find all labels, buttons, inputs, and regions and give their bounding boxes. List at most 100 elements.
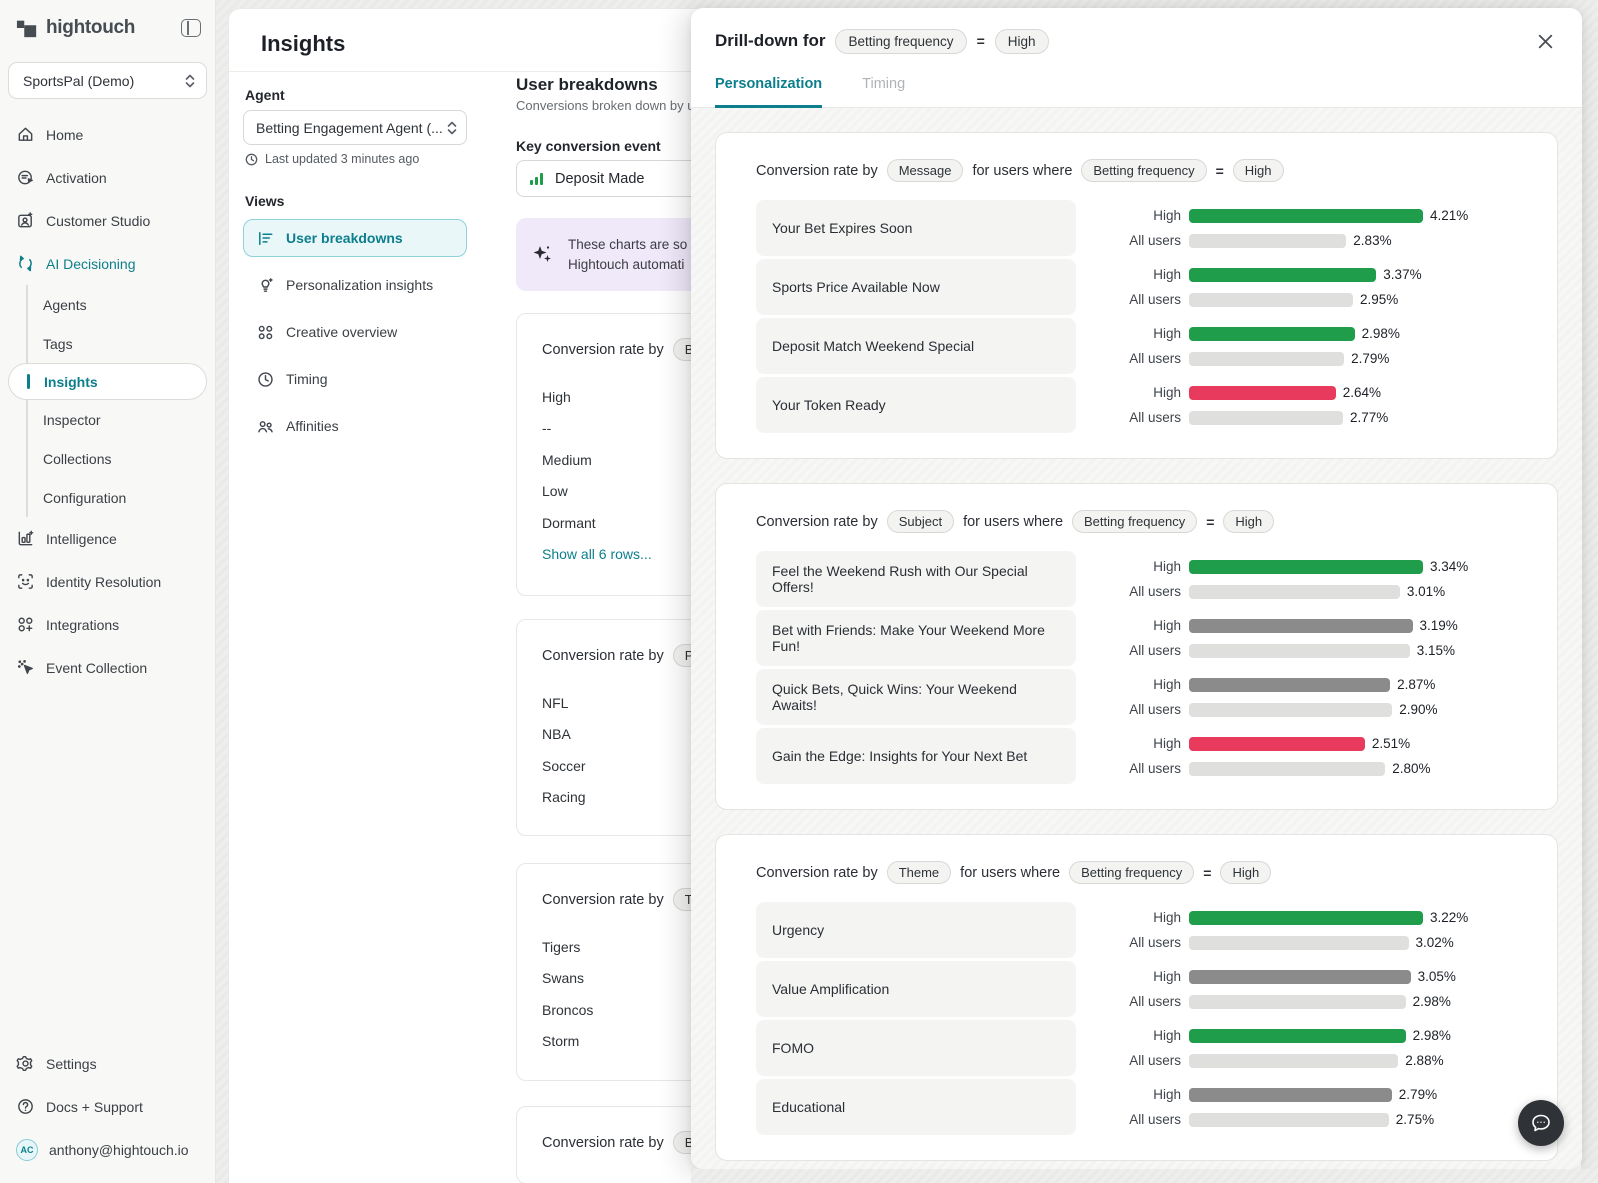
bar <box>1189 970 1411 984</box>
identity-resolution-icon <box>16 572 35 591</box>
close-drawer-button[interactable] <box>1532 28 1558 54</box>
agent-select[interactable]: Betting Engagement Agent (... <box>243 110 467 145</box>
sidebar-collapse-icon[interactable] <box>181 19 201 37</box>
view-item-personalization-insights[interactable]: Personalization insights <box>243 266 467 304</box>
sidebar-item-activation[interactable]: Activation <box>0 156 215 199</box>
bar-value: 2.98% <box>1413 1028 1451 1043</box>
series-name: All users <box>1086 292 1181 307</box>
sidebar-item-label: Agents <box>43 297 87 313</box>
bar-value: 3.01% <box>1407 584 1445 599</box>
filter-field-pill: Betting frequency <box>835 29 966 54</box>
view-item-creative-overview[interactable]: Creative overview <box>243 313 467 351</box>
group-by-pill[interactable]: Subject <box>887 510 954 533</box>
chart-title-mid: for users where <box>960 865 1060 881</box>
view-item-label: Creative overview <box>286 324 397 340</box>
sidebar-item-tags[interactable]: Tags <box>0 324 215 363</box>
row-label: Value Amplification <box>756 961 1076 1017</box>
filter-field-pill[interactable]: Betting frequency <box>1069 861 1194 884</box>
series-name: High <box>1086 267 1181 282</box>
sidebar-item-docs-support[interactable]: Docs + Support <box>0 1085 215 1128</box>
view-item-timing[interactable]: Timing <box>243 360 467 398</box>
agent-label: Agent <box>245 87 285 103</box>
account-menu[interactable]: AC anthony@hightouch.io <box>0 1128 215 1171</box>
series-name: High <box>1086 559 1181 574</box>
bar-value: 2.51% <box>1372 736 1410 751</box>
sidebar-item-inspector[interactable]: Inspector <box>0 400 215 439</box>
chart-row: Quick Bets, Quick Wins: Your Weekend Awa… <box>756 669 1517 725</box>
filter-value-pill: High <box>995 29 1049 54</box>
avatar: AC <box>16 1139 38 1161</box>
activation-icon <box>16 168 35 187</box>
chart-row: Gain the Edge: Insights for Your Next Be… <box>756 728 1517 784</box>
row-label: Educational <box>756 1079 1076 1135</box>
settings-icon <box>16 1054 35 1073</box>
sidebar-item-home[interactable]: Home <box>0 113 215 156</box>
bar <box>1189 209 1423 223</box>
sidebar-item-label: Event Collection <box>46 660 147 676</box>
sidebar-item-customer-studio[interactable]: Customer Studio <box>0 199 215 242</box>
bar-value: 2.80% <box>1392 761 1430 776</box>
bar-value: 2.88% <box>1405 1053 1443 1068</box>
group-by-pill[interactable]: Message <box>887 159 964 182</box>
bar-value: 3.15% <box>1417 643 1455 658</box>
close-icon <box>1537 33 1554 50</box>
breakdown-subtitle: Conversions broken down by user <box>516 98 713 113</box>
agent-select-value: Betting Engagement Agent (... <box>256 120 446 136</box>
chevron-updown-icon <box>184 73 196 89</box>
filter-value-pill[interactable]: High <box>1220 861 1271 884</box>
clock-icon <box>245 153 258 166</box>
tab-timing[interactable]: Timing <box>862 76 905 107</box>
bar <box>1189 644 1410 658</box>
sidebar-item-intelligence[interactable]: Intelligence <box>0 517 215 560</box>
banner-line-2: Hightouch automati <box>568 255 687 275</box>
sidebar-item-settings[interactable]: Settings <box>0 1042 215 1085</box>
bar <box>1189 234 1346 248</box>
chart-row: Value AmplificationHigh3.05%All users2.9… <box>756 961 1517 1017</box>
chat-button[interactable] <box>1518 1100 1564 1146</box>
lightbulb-icon <box>256 276 275 295</box>
view-item-label: Affinities <box>286 418 339 434</box>
view-item-affinities[interactable]: Affinities <box>243 407 467 445</box>
sidebar-item-configuration[interactable]: Configuration <box>0 478 215 517</box>
series-name: High <box>1086 969 1181 984</box>
group-by-pill[interactable]: Theme <box>887 861 951 884</box>
sidebar-item-label: Activation <box>46 170 107 186</box>
chart-row: UrgencyHigh3.22%All users3.02% <box>756 902 1517 958</box>
sidebar-item-ai-decisioning[interactable]: AI Decisioning <box>0 242 215 285</box>
workspace-switcher[interactable]: SportsPal (Demo) <box>8 62 207 99</box>
chart-title-mid: for users where <box>972 163 1072 179</box>
sidebar-item-collections[interactable]: Collections <box>0 439 215 478</box>
filter-field-pill[interactable]: Betting frequency <box>1072 510 1197 533</box>
row-label: Gain the Edge: Insights for Your Next Be… <box>756 728 1076 784</box>
sidebar-item-integrations[interactable]: Integrations <box>0 603 215 646</box>
sidebar-item-agents[interactable]: Agents <box>0 285 215 324</box>
filter-value-pill[interactable]: High <box>1233 159 1284 182</box>
sidebar-item-insights[interactable]: Insights <box>8 363 207 400</box>
chart-row: Bet with Friends: Make Your Weekend More… <box>756 610 1517 666</box>
bar-value: 3.02% <box>1416 935 1454 950</box>
chevron-updown-icon <box>446 120 458 136</box>
bottom-strip <box>691 1169 1598 1183</box>
row-label: Bet with Friends: Make Your Weekend More… <box>756 610 1076 666</box>
bar-value: 2.64% <box>1343 385 1381 400</box>
sidebar-item-event-collection[interactable]: Event Collection <box>0 646 215 689</box>
series-name: All users <box>1086 643 1181 658</box>
series-name: High <box>1086 910 1181 925</box>
sidebar-item-identity-resolution[interactable]: Identity Resolution <box>0 560 215 603</box>
tab-personalization[interactable]: Personalization <box>715 76 822 108</box>
equals-sign: = <box>977 33 985 49</box>
row-label: Your Token Ready <box>756 377 1076 433</box>
conversion-chart-card-message: Conversion rate byMessagefor users where… <box>715 132 1558 459</box>
view-item-user-breakdowns[interactable]: User breakdowns <box>243 219 467 257</box>
chart-title-prefix: Conversion rate by <box>756 865 878 881</box>
bar <box>1189 1054 1398 1068</box>
bar <box>1189 1113 1389 1127</box>
bar <box>1189 911 1423 925</box>
series-name: All users <box>1086 233 1181 248</box>
filter-value-pill[interactable]: High <box>1223 510 1274 533</box>
bar-value: 2.95% <box>1360 292 1398 307</box>
bar-value: 2.98% <box>1362 326 1400 341</box>
chart-title: Conversion rate by <box>542 648 664 664</box>
filter-field-pill[interactable]: Betting frequency <box>1081 159 1206 182</box>
row-label: FOMO <box>756 1020 1076 1076</box>
